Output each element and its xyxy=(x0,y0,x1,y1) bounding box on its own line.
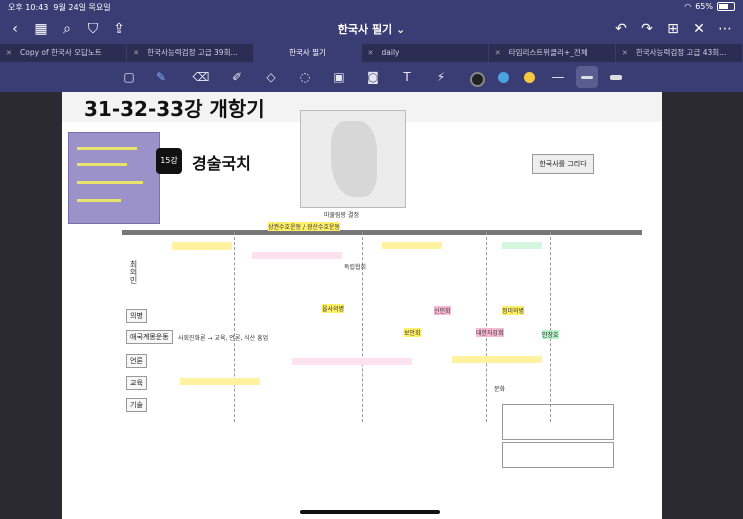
note-5: 신민회 xyxy=(434,306,451,315)
divider xyxy=(486,232,487,422)
row-label-eonron: 언론 xyxy=(126,354,147,368)
highlighter-icon[interactable]: ✐ xyxy=(228,68,246,86)
home-indicator[interactable] xyxy=(300,510,440,514)
divider xyxy=(362,232,363,422)
tool-bar: ▢ ✎ ⌫ ✐ ◇ ◌ ▣ ◙ T ⚡ xyxy=(0,62,743,92)
text-icon[interactable]: T xyxy=(398,68,416,86)
highlight-stroke xyxy=(252,252,342,259)
more-icon[interactable]: ⋯ xyxy=(716,20,734,38)
map-image xyxy=(300,110,406,208)
notebook-page[interactable]: 31-32-33강 개항기 15강 경술국치 마물림랑 결정 한국사를 그리다 … xyxy=(62,92,662,519)
eraser-icon[interactable]: ⌫ xyxy=(192,68,210,86)
highlight-stroke xyxy=(502,242,542,249)
close-tab-icon[interactable]: ✕ xyxy=(622,44,628,62)
status-time: 오후 10:43 9월 24일 목요일 xyxy=(8,3,111,12)
row-label-gyoyuk: 교육 xyxy=(126,376,147,390)
note-6: 대한자강회 xyxy=(476,328,504,337)
tab-0[interactable]: ✕ Copy of 한국사 오답노트 xyxy=(0,44,128,62)
blue-color-swatch[interactable] xyxy=(498,72,509,83)
lasso-icon[interactable]: ◌ xyxy=(296,68,314,86)
page-heading: 31-32-33강 개항기 xyxy=(84,97,265,121)
undo-icon[interactable]: ↶ xyxy=(612,20,630,38)
highlight-stroke xyxy=(452,356,542,363)
note-4: 독립협회 xyxy=(344,264,367,271)
close-tab-icon[interactable]: ✕ xyxy=(368,44,374,62)
document-title[interactable]: 한국사 필기 ⌄ xyxy=(0,21,743,37)
side-label: 한국사를 그리다 xyxy=(532,154,594,174)
pen-icon[interactable]: ✎ xyxy=(152,68,170,86)
timeline-bar xyxy=(122,230,642,235)
row-label-uibyeong: 의병 xyxy=(126,309,147,323)
chapter-title: 경술국치 xyxy=(192,154,251,173)
note-3: 정미의병 xyxy=(502,306,525,315)
divider xyxy=(234,232,235,422)
memo-sticker xyxy=(68,132,160,224)
note-8: 문화 xyxy=(494,386,506,393)
close-tab-icon[interactable]: ✕ xyxy=(6,44,12,62)
stroke-medium xyxy=(581,76,593,79)
wifi-icon: ◠ xyxy=(684,2,692,11)
highlight-stroke xyxy=(292,358,412,365)
stroke-thin[interactable] xyxy=(552,77,564,78)
stroke-thick[interactable] xyxy=(610,75,622,80)
note-9: 안창호 xyxy=(542,330,559,339)
highlight-stroke xyxy=(172,242,232,250)
row-note: 사회진화론 → 교육, 언론, 식산 흥업 xyxy=(178,335,269,342)
tab-2[interactable]: 한국사 필기 xyxy=(254,44,362,62)
map-caption: 마물림랑 결정 xyxy=(324,212,360,219)
text-box-outline xyxy=(502,442,614,468)
close-tab-icon[interactable]: ✕ xyxy=(133,44,139,62)
left-vertical-label: 최의민 xyxy=(129,260,138,284)
note-7: 보안회 xyxy=(404,328,421,337)
laser-icon[interactable]: ⚡ xyxy=(432,68,450,86)
yellow-color-swatch[interactable] xyxy=(524,72,535,83)
highlight-stroke xyxy=(382,242,442,249)
image-icon[interactable]: ▣ xyxy=(330,68,348,86)
black-color-swatch[interactable] xyxy=(470,72,485,87)
close-tab-icon[interactable]: ✕ xyxy=(495,44,501,62)
battery-icon xyxy=(717,2,735,11)
camera-icon[interactable]: ◙ xyxy=(364,68,382,86)
row-label-aeguk: 애국계몽운동 xyxy=(126,330,173,344)
status-bar: 오후 10:43 9월 24일 목요일 ◠ 65% xyxy=(0,0,743,14)
tab-4[interactable]: ✕ 타임리스트위클리+_전체 xyxy=(489,44,616,62)
note-2: 을사의병 xyxy=(322,304,345,313)
tab-bar: ✕ Copy of 한국사 오답노트 ✕ 한국사능력검정 고급 39회... 한국사… xyxy=(0,44,743,62)
divider xyxy=(550,232,551,422)
battery-percent: 65% xyxy=(695,2,713,11)
tab-1[interactable]: ✕ 한국사능력검정 고급 39회... xyxy=(127,44,255,62)
shapes-icon[interactable]: ◇ xyxy=(262,68,280,86)
tab-3[interactable]: ✕ daily xyxy=(362,44,489,62)
chapter-badge: 15강 xyxy=(156,148,182,174)
redo-icon[interactable]: ↷ xyxy=(638,20,656,38)
tab-5[interactable]: ✕ 한국사능력검정 고급 43회... xyxy=(616,44,743,62)
highlight-stroke xyxy=(180,378,260,385)
row-label-gisul: 기술 xyxy=(126,398,147,412)
text-box-outline xyxy=(502,404,614,440)
read-mode-icon[interactable]: ▢ xyxy=(120,68,138,86)
status-right: ◠ 65% xyxy=(684,2,735,11)
nav-bar: ‹ ▦ ⌕ ⛉ ⇪ 한국사 필기 ⌄ ↶ ↷ ⊞ ✕ ⋯ xyxy=(0,14,743,44)
note-1: 상권수호운동 / 광산수호운동 xyxy=(268,222,341,231)
add-page-icon[interactable]: ⊞ xyxy=(664,20,682,38)
close-icon[interactable]: ✕ xyxy=(690,20,708,38)
